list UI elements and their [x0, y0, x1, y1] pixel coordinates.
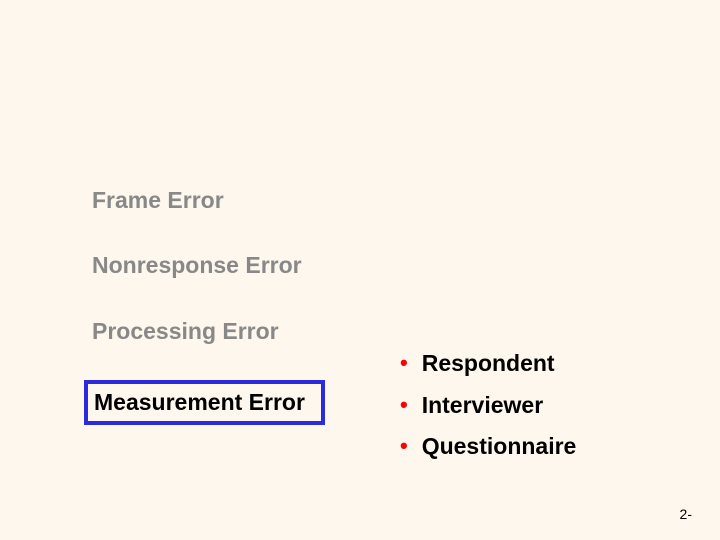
error-item-measurement: Measurement Error [94, 390, 305, 415]
page-number: 2- [680, 506, 692, 522]
error-item-frame: Frame Error [92, 188, 325, 213]
bullet-row-respondent: • Respondent [400, 350, 576, 378]
slide: Frame Error Nonresponse Error Processing… [0, 0, 720, 540]
bullet-row-interviewer: • Interviewer [400, 392, 576, 420]
bullet-icon: • [400, 433, 408, 459]
left-error-list: Frame Error Nonresponse Error Processing… [92, 188, 325, 425]
right-bullet-list: • Respondent • Interviewer • Questionnai… [400, 350, 576, 475]
highlight-box: Measurement Error [84, 380, 325, 425]
error-item-processing: Processing Error [92, 319, 325, 344]
error-item-nonresponse: Nonresponse Error [92, 253, 325, 278]
bullet-icon: • [400, 392, 408, 418]
bullet-icon: • [400, 350, 408, 376]
bullet-text-interviewer: Interviewer [422, 392, 543, 420]
bullet-text-respondent: Respondent [422, 350, 555, 378]
bullet-row-questionnaire: • Questionnaire [400, 433, 576, 461]
bullet-text-questionnaire: Questionnaire [422, 433, 577, 461]
